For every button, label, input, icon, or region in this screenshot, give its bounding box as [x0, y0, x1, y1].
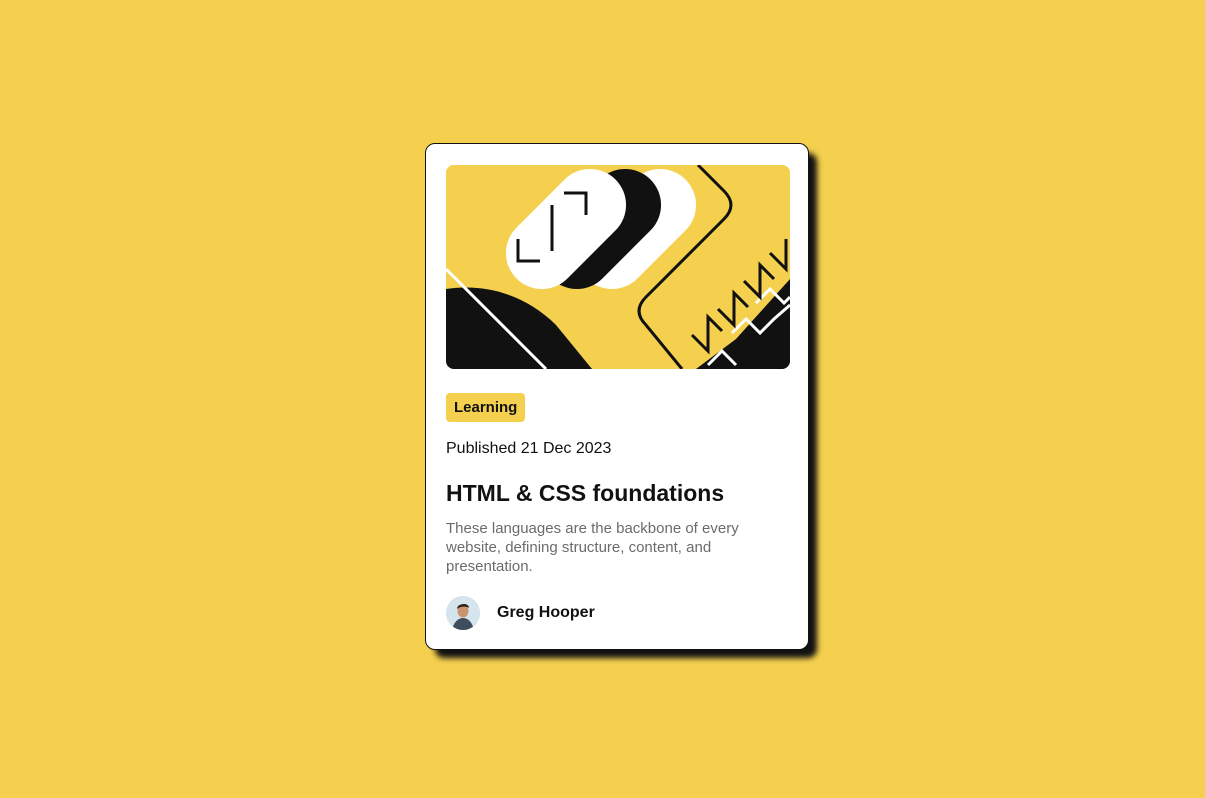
category-tag: Learning	[446, 393, 526, 422]
author-name: Greg Hooper	[497, 604, 595, 621]
blog-preview-card: Learning Published 21 Dec 2023 HTML & CS…	[425, 143, 809, 650]
abstract-illustration-icon	[446, 165, 790, 369]
author-avatar-icon	[446, 596, 480, 630]
card-description: These languages are the backbone of ever…	[446, 520, 739, 575]
card-illustration	[446, 165, 790, 369]
card-title[interactable]: HTML & CSS foundations	[446, 480, 724, 507]
published-date: Published 21 Dec 2023	[446, 440, 612, 457]
author: Greg Hooper	[446, 596, 595, 630]
